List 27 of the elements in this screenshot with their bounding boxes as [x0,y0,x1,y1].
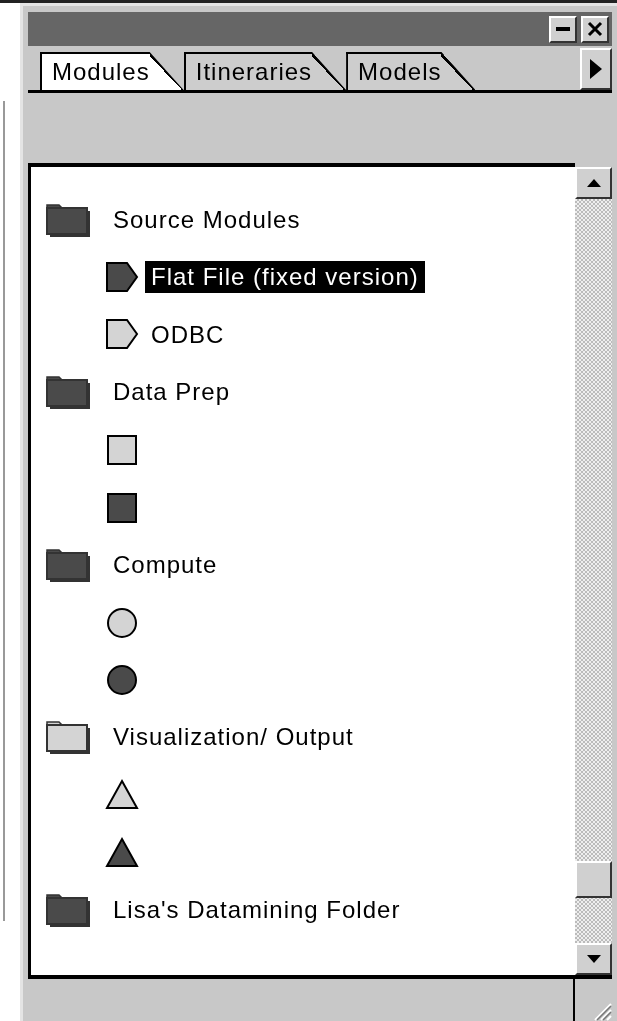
scroll-down-button[interactable] [575,943,612,975]
down-arrow-icon [586,955,601,963]
minimize-button[interactable] [549,15,577,43]
close-button[interactable] [581,15,609,43]
folder-item[interactable]: Lisa's Datamining Folder [107,893,407,926]
folder-item[interactable]: Visualization/ Output [107,721,360,754]
tab-scroll-button[interactable] [580,48,612,90]
folder-item[interactable]: Data Prep [107,376,237,409]
square-icon[interactable] [105,433,139,467]
triangle-icon[interactable] [105,778,139,812]
up-arrow-icon [586,179,601,187]
module-item[interactable]: ODBC [145,318,231,351]
folder-item[interactable]: Compute [107,548,224,581]
scroll-thumb[interactable] [575,861,612,898]
circle-icon[interactable] [105,605,139,639]
triangle-icon[interactable] [105,835,139,869]
circle-icon[interactable] [105,663,139,697]
folder-item[interactable]: Source Modules [107,203,307,236]
minimize-icon [556,27,570,31]
right-arrow-icon [589,58,603,80]
module-item[interactable]: Flat File (fixed version) [145,261,425,294]
tab[interactable]: Modules [40,52,184,90]
close-icon [587,21,603,37]
square-icon[interactable] [105,490,139,524]
tab[interactable]: Models [346,52,476,90]
tab[interactable]: Itineraries [183,52,347,90]
scroll-up-button[interactable] [575,167,612,199]
